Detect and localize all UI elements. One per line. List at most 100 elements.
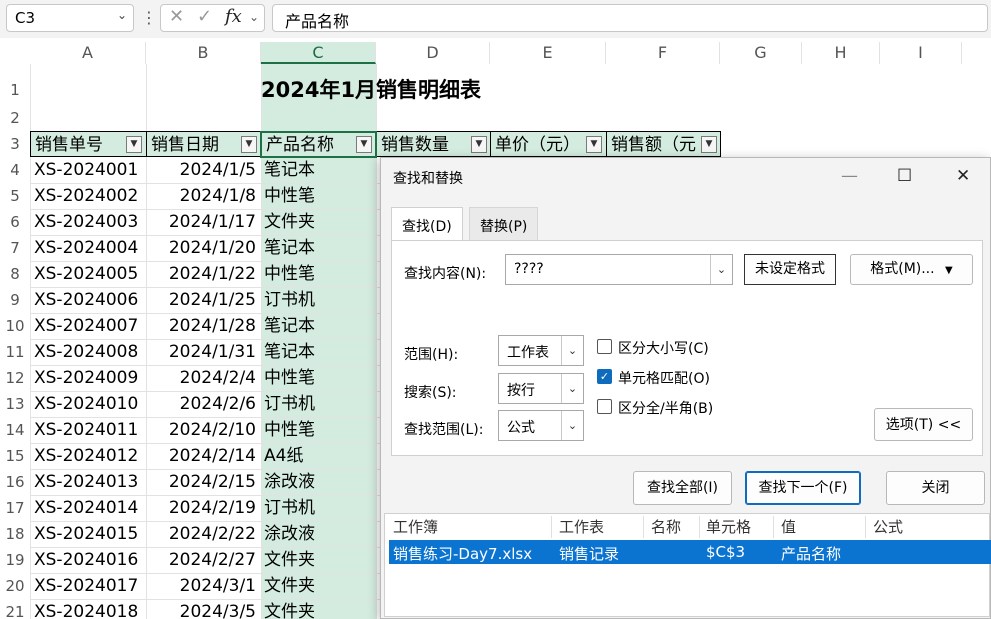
filter-dropdown-icon[interactable]: ▼ (126, 136, 142, 153)
row-header[interactable]: 3 (0, 131, 30, 157)
filter-dropdown-icon[interactable]: ▼ (241, 136, 257, 153)
cell-order-no[interactable]: XS-2024001 (34, 157, 138, 183)
row-header[interactable]: 10 (0, 313, 30, 339)
cell-order-no[interactable]: XS-2024008 (34, 339, 138, 365)
results-header-value[interactable]: 值 (781, 516, 796, 537)
cell-order-no[interactable]: XS-2024018 (34, 599, 138, 619)
find-what-input[interactable]: ???? ⌄ (505, 254, 733, 285)
cell-date[interactable]: 2024/1/28 (146, 313, 256, 339)
cell-order-no[interactable]: XS-2024014 (34, 495, 138, 521)
match-entire-cell-label[interactable]: 单元格匹配(O) (618, 368, 710, 388)
maximize-icon[interactable]: ☐ (897, 166, 912, 186)
cell-product[interactable]: 中性笔 (264, 365, 315, 391)
cell-product[interactable]: 笔记本 (264, 313, 315, 339)
column-header-f[interactable]: F (606, 42, 720, 64)
cell-order-no[interactable]: XS-2024009 (34, 365, 138, 391)
chevron-down-icon[interactable]: ⌄ (561, 374, 583, 403)
row-header[interactable]: 20 (0, 573, 30, 599)
fx-icon[interactable]: fx (225, 6, 242, 27)
column-header-d[interactable]: D (376, 42, 490, 64)
cell-product[interactable]: 中性笔 (264, 261, 315, 287)
cell-product[interactable]: 文件夹 (264, 573, 315, 599)
filter-dropdown-icon[interactable]: ▼ (701, 136, 717, 153)
cell-order-no[interactable]: XS-2024011 (34, 417, 138, 443)
cell-order-no[interactable]: XS-2024007 (34, 313, 138, 339)
find-next-button[interactable]: 查找下一个(F) (745, 471, 861, 505)
cell-date[interactable]: 2024/3/5 (146, 599, 256, 619)
results-header-name[interactable]: 名称 (651, 516, 681, 537)
close-button[interactable]: 关闭 (886, 471, 985, 505)
match-width-checkbox[interactable] (597, 399, 612, 414)
cell-product[interactable]: 涂改液 (264, 469, 315, 495)
cell-product[interactable]: 文件夹 (264, 599, 315, 619)
cell-product[interactable]: 订书机 (264, 391, 315, 417)
column-header-a[interactable]: A (30, 42, 146, 64)
cell-date[interactable]: 2024/2/4 (146, 365, 256, 391)
tab-replace[interactable]: 替换(P) (469, 207, 539, 241)
row-header[interactable]: 5 (0, 183, 30, 209)
row-header[interactable]: 9 (0, 287, 30, 313)
chevron-down-icon[interactable]: ⌄ (249, 10, 259, 24)
row-header[interactable]: 6 (0, 209, 30, 235)
tab-find[interactable]: 查找(D) (391, 207, 463, 241)
cell-date[interactable]: 2024/2/6 (146, 391, 256, 417)
row-header[interactable]: 8 (0, 261, 30, 287)
row-header[interactable]: 11 (0, 339, 30, 365)
minimize-icon[interactable]: — (841, 166, 858, 186)
results-header-formula[interactable]: 公式 (873, 516, 903, 537)
row-header[interactable]: 7 (0, 235, 30, 261)
match-width-label[interactable]: 区分全/半角(B) (618, 398, 713, 418)
results-header-sheet[interactable]: 工作表 (559, 516, 604, 537)
cell-product[interactable]: 笔记本 (264, 339, 315, 365)
cell-date[interactable]: 2024/1/20 (146, 235, 256, 261)
cell-order-no[interactable]: XS-2024003 (34, 209, 138, 235)
cell-date[interactable]: 2024/2/22 (146, 521, 256, 547)
filter-dropdown-icon[interactable]: ▼ (586, 136, 602, 153)
cell-product[interactable]: 笔记本 (264, 157, 315, 183)
cell-date[interactable]: 2024/2/27 (146, 547, 256, 573)
cancel-icon[interactable]: ✕ (169, 6, 184, 27)
cell-order-no[interactable]: XS-2024005 (34, 261, 138, 287)
cell-date[interactable]: 2024/1/22 (146, 261, 256, 287)
options-button[interactable]: 选项(T) << (874, 408, 973, 441)
chevron-down-icon[interactable]: ⌄ (117, 8, 127, 22)
cell-product[interactable]: 涂改液 (264, 521, 315, 547)
cell-date[interactable]: 2024/3/1 (146, 573, 256, 599)
column-header-c[interactable]: C (261, 42, 376, 64)
cell-order-no[interactable]: XS-2024006 (34, 287, 138, 313)
column-header-b[interactable]: B (146, 42, 261, 64)
enter-icon[interactable]: ✓ (197, 6, 212, 27)
filter-dropdown-icon[interactable]: ▼ (471, 136, 487, 153)
cell-product[interactable]: 笔记本 (264, 235, 315, 261)
look-in-select[interactable]: 公式 ⌄ (498, 410, 584, 441)
search-select[interactable]: 按行 ⌄ (498, 373, 584, 404)
cell-date[interactable]: 2024/2/15 (146, 469, 256, 495)
row-header[interactable]: 17 (0, 495, 30, 521)
cell-order-no[interactable]: XS-2024010 (34, 391, 138, 417)
row-header[interactable]: 1 (0, 77, 30, 103)
cell-product[interactable]: 中性笔 (264, 183, 315, 209)
chevron-down-icon[interactable]: ⌄ (710, 255, 732, 284)
cell-order-no[interactable]: XS-2024015 (34, 521, 138, 547)
cell-date[interactable]: 2024/2/10 (146, 417, 256, 443)
cell-product[interactable]: 文件夹 (264, 209, 315, 235)
cell-product[interactable]: 订书机 (264, 287, 315, 313)
cell-order-no[interactable]: XS-2024004 (34, 235, 138, 261)
sheet-title[interactable]: 2024年1月销售明细表 (261, 74, 481, 104)
name-box[interactable]: C3 ⌄ (6, 4, 134, 32)
close-icon[interactable]: ✕ (956, 166, 970, 186)
format-button[interactable]: 格式(M)... ▼ (850, 254, 973, 285)
cell-date[interactable]: 2024/1/8 (146, 183, 256, 209)
column-header-h[interactable]: H (802, 42, 880, 64)
column-header-e[interactable]: E (490, 42, 606, 64)
find-all-button[interactable]: 查找全部(I) (633, 471, 732, 505)
cell-date[interactable]: 2024/1/31 (146, 339, 256, 365)
cell-product[interactable]: 订书机 (264, 495, 315, 521)
cell-date[interactable]: 2024/2/14 (146, 443, 256, 469)
chevron-down-icon[interactable]: ⌄ (561, 336, 583, 365)
row-header[interactable]: 13 (0, 391, 30, 417)
match-case-checkbox[interactable] (597, 339, 612, 354)
more-options-icon[interactable]: ⋮ (141, 8, 157, 27)
cell-order-no[interactable]: XS-2024017 (34, 573, 138, 599)
row-header[interactable]: 16 (0, 469, 30, 495)
